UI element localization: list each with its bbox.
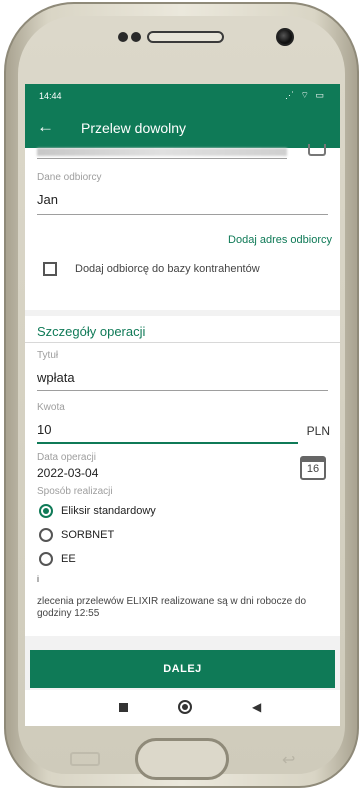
currency-label: PLN: [306, 424, 330, 438]
earpiece-speaker: [147, 31, 224, 43]
radio-ee-label: EE: [61, 553, 76, 565]
calendar-icon-day: 16: [306, 463, 320, 475]
save-recipient-label: Dodaj odbiorcę do bazy kontrahentów: [75, 263, 260, 275]
operation-details-card: Szczegóły operacji Tytuł wpłata Kwota 10…: [25, 316, 340, 636]
info-note: zlecenia przelewów ELIXIR realizowane są…: [37, 596, 307, 619]
section-title: Szczegóły operacji: [37, 324, 146, 339]
back-arrow-icon[interactable]: ←: [37, 117, 54, 137]
status-bar: 14:44 ⋰ ⌔ ▭: [25, 84, 340, 108]
title-underline: [37, 390, 328, 391]
recipient-label: Dane odbiorcy: [37, 172, 102, 183]
page-title: Przelew dowolny: [81, 120, 187, 136]
contacts-icon[interactable]: [308, 144, 326, 156]
radio-eliksir-label: Eliksir standardowy: [61, 505, 156, 517]
account-underline: [37, 158, 287, 159]
recent-apps-icon[interactable]: [119, 703, 128, 712]
hardware-home-button[interactable]: [135, 738, 229, 780]
calendar-icon-header: [302, 458, 324, 462]
title-field[interactable]: wpłata: [37, 370, 75, 385]
hardware-back-icon[interactable]: ↩: [282, 750, 295, 770]
calendar-icon[interactable]: 16: [300, 456, 326, 480]
front-camera: [276, 28, 294, 46]
nav-back-icon[interactable]: ◀: [252, 700, 261, 714]
account-number-blurred: [37, 148, 287, 156]
recipient-underline: [37, 214, 328, 215]
amount-underline-active: [37, 442, 298, 444]
amount-label: Kwota: [37, 402, 65, 413]
radio-sorbnet-label: SORBNET: [61, 529, 115, 541]
recipient-field[interactable]: Jan: [37, 192, 58, 207]
title-label: Tytuł: [37, 350, 59, 361]
home-icon[interactable]: [178, 700, 192, 714]
save-recipient-checkbox[interactable]: [43, 262, 57, 276]
amount-field[interactable]: 10: [37, 422, 51, 437]
date-label: Data operacji: [37, 452, 96, 463]
radio-eliksir[interactable]: [39, 504, 53, 518]
hardware-recent-button[interactable]: [70, 752, 100, 766]
sensor-dot: [131, 32, 141, 42]
next-button[interactable]: DALEJ: [30, 650, 335, 688]
info-marker: i: [37, 574, 39, 584]
app-bar: ← Przelew dowolny: [25, 108, 340, 148]
radio-ee[interactable]: [39, 552, 53, 566]
radio-selected-dot: [43, 508, 49, 514]
sensor-dot: [118, 32, 128, 42]
recipient-card: Dane odbiorcy Jan Dodaj adres odbiorcy D…: [25, 144, 340, 310]
android-nav-bar: ◀: [25, 690, 340, 726]
status-icons: ⋰ ⌔ ▭: [285, 90, 326, 100]
method-label: Sposób realizacji: [37, 486, 113, 497]
radio-sorbnet[interactable]: [39, 528, 53, 542]
phone-screen: 14:44 ⋰ ⌔ ▭ ← Przelew dowolny Dane odbio…: [25, 84, 340, 690]
date-field[interactable]: 2022-03-04: [37, 466, 98, 480]
section-divider: [25, 342, 340, 343]
add-address-link[interactable]: Dodaj adres odbiorcy: [228, 234, 332, 246]
status-time: 14:44: [39, 91, 62, 101]
home-icon-dot: [182, 704, 188, 710]
